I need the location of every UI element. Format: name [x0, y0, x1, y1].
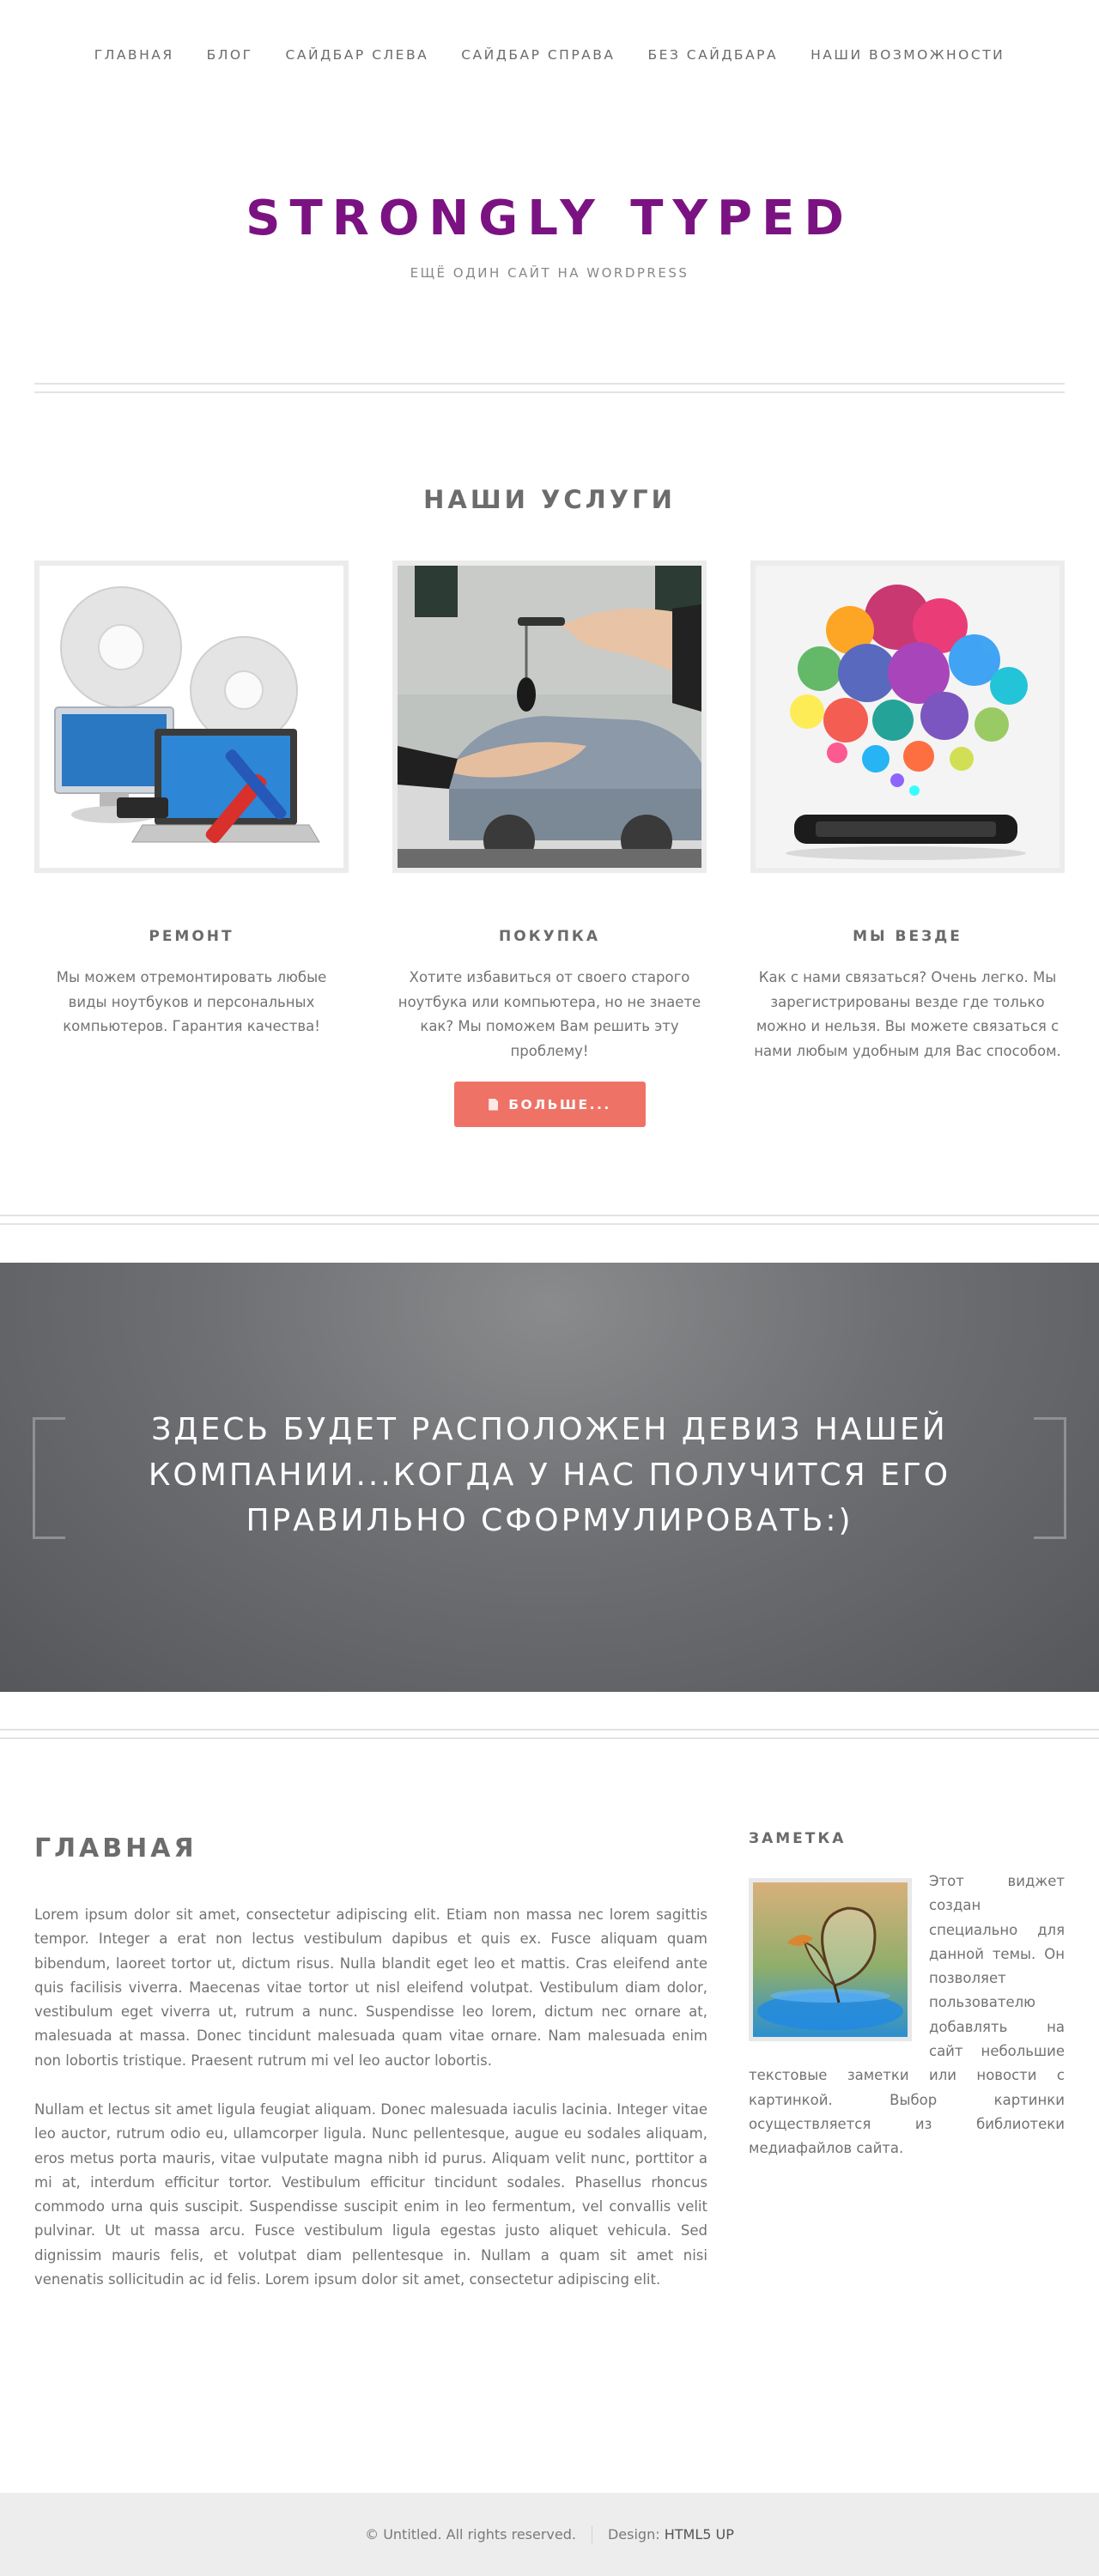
service-image-purchase[interactable] — [392, 561, 707, 873]
motto-banner: ЗДЕСЬ БУДЕТ РАСПОЛОЖЕН ДЕВИЗ НАШЕЙ КОМПА… — [0, 1263, 1099, 1692]
main-paragraph-1: Lorem ipsum dolor sit amet, consectetur … — [34, 1906, 707, 2069]
nav-item-sidebar-left[interactable]: САЙДБАР СЛЕВА — [286, 47, 429, 63]
nav-item-home[interactable]: ГЛАВНАЯ — [94, 47, 174, 63]
banner-text: ЗДЕСЬ БУДЕТ РАСПОЛОЖЕН ДЕВИЗ НАШЕЙ КОМПА… — [148, 1412, 951, 1538]
car-keys-photo-icon — [398, 566, 701, 868]
sidebar-heading: ЗАМЕТКА — [749, 1830, 847, 1847]
header-divider — [34, 383, 1065, 393]
service-title-repair: РЕМОНТ — [149, 928, 234, 945]
sidebar-note: Этот виджет создан специально для данной… — [749, 1870, 1065, 2161]
left-bracket-icon — [33, 1417, 65, 1539]
social-bubbles-phone-icon — [756, 566, 1060, 868]
service-title-purchase: ПОКУПКА — [499, 928, 600, 945]
services-heading: НАШИ УСЛУГИ — [423, 485, 676, 514]
main-paragraph-2: Nullam et lectus sit amet ligula feugiat… — [34, 2101, 707, 2288]
main-heading: ГЛАВНАЯ — [34, 1834, 197, 1864]
site-title[interactable]: STRONGLY TYPED — [0, 191, 1099, 246]
repair-illustration-icon — [39, 566, 343, 868]
right-bracket-icon — [1034, 1417, 1066, 1539]
nav-item-no-sidebar[interactable]: БЕЗ САЙДБАРА — [648, 47, 779, 63]
document-icon — [489, 1098, 499, 1111]
more-button-label: БОЛЬШЕ... — [508, 1096, 611, 1112]
services-divider — [0, 1215, 1099, 1225]
service-image-repair[interactable] — [34, 561, 349, 873]
service-text-everywhere: Как с нами связаться? Очень легко. Мы за… — [754, 969, 1061, 1059]
more-button[interactable]: БОЛЬШЕ... — [454, 1082, 646, 1127]
service-text-purchase: Хотите избавиться от своего старого ноут… — [398, 969, 701, 1059]
service-image-everywhere[interactable] — [750, 561, 1065, 873]
nav-item-sidebar-right[interactable]: САЙДБАР СПРАВА — [461, 47, 615, 63]
footer: © Untitled. All rights reserved. Design:… — [0, 2493, 1099, 2576]
nav-item-features[interactable]: НАШИ ВОЗМОЖНОСТИ — [811, 47, 1005, 63]
nav-item-blog[interactable]: БЛОГ — [207, 47, 253, 63]
site-tagline: ЕЩЁ ОДИН САЙТ НА WORDPRESS — [410, 265, 689, 281]
banner-divider — [0, 1729, 1099, 1739]
service-text-repair: Мы можем отремонтировать любые виды ноут… — [56, 969, 327, 1034]
footer-design-label: Design: — [607, 2526, 660, 2543]
top-nav: ГЛАВНАЯ БЛОГ САЙДБАР СЛЕВА САЙДБАР СПРАВ… — [0, 0, 1099, 112]
service-title-everywhere: МЫ ВЕЗДЕ — [853, 928, 962, 945]
footer-design-link[interactable]: HTML5 UP — [665, 2526, 734, 2543]
footer-copyright: © Untitled. All rights reserved. — [365, 2526, 576, 2543]
